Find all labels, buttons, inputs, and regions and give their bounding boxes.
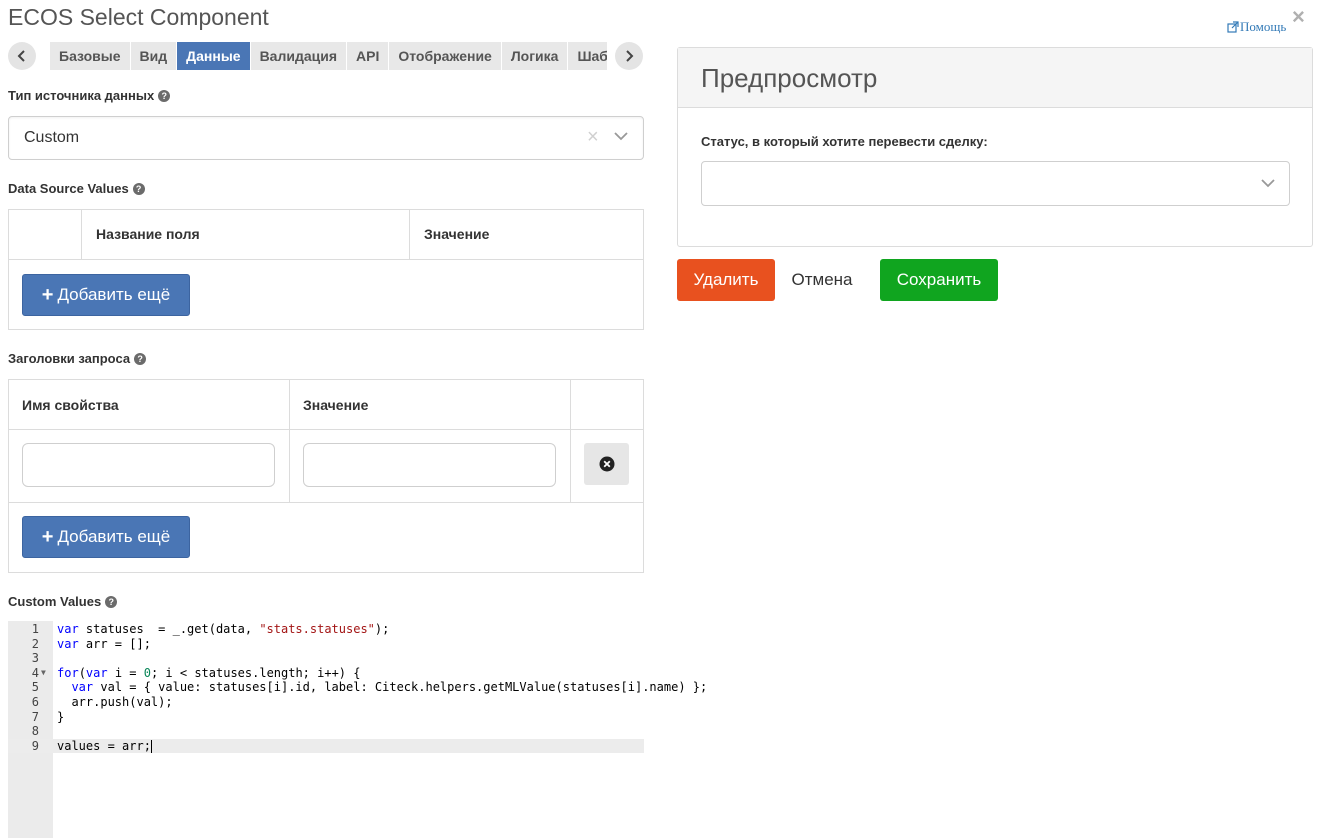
datasource-values-table: Название поля Значение + Добавить ещё — [8, 209, 644, 330]
column-header: Значение — [424, 226, 490, 242]
remove-row-button[interactable] — [584, 443, 629, 485]
tab-1[interactable]: Вид — [130, 42, 177, 70]
code-line: 7} — [8, 710, 644, 725]
preview-status-select[interactable] — [701, 161, 1290, 206]
code-line: 8 — [8, 724, 644, 739]
question-icon[interactable]: ? — [134, 352, 147, 365]
code-text: for(var i = 0; i < statuses.length; i++)… — [57, 665, 361, 680]
header-name-input[interactable] — [22, 443, 275, 487]
tab-2[interactable]: Данные — [177, 42, 250, 70]
chevron-down-icon — [1261, 179, 1275, 188]
code-line: 4 ▼ for(var i = 0; i < statuses.length; i+… — [8, 666, 644, 681]
tab-7[interactable]: Шаблон — [568, 42, 607, 70]
line-number: 9 — [31, 738, 39, 753]
save-button[interactable]: Сохранить — [880, 259, 998, 301]
delete-button[interactable]: Удалить — [677, 259, 775, 301]
plus-icon: + — [41, 283, 54, 306]
remove-circle-icon — [599, 456, 614, 472]
line-number: 1 — [31, 622, 39, 636]
code-text: } — [57, 709, 65, 724]
preview-field-label: Статус, в который хотите перевести сделк… — [701, 134, 988, 149]
fold-toggle-icon[interactable]: ▼ — [41, 666, 46, 681]
code-editor[interactable]: 1 var statuses = _.get(data, "stats.statu… — [8, 621, 707, 838]
column-header: Имя свойства — [22, 397, 119, 413]
tab-5[interactable]: Отображение — [389, 42, 501, 70]
add-header-button[interactable]: + Добавить ещё — [22, 516, 190, 558]
plus-icon: + — [41, 525, 54, 548]
tab-bar: Базовые Вид Данные Валидация API Отображение Л… — [8, 41, 644, 71]
clear-icon[interactable]: × — [587, 127, 599, 147]
chevron-down-icon[interactable] — [613, 131, 629, 141]
code-line: 3 — [8, 651, 644, 666]
dialog-title: ECOS Select Component — [8, 4, 269, 30]
tabs-scroll-right-button[interactable] — [615, 42, 643, 70]
code-text: arr.push(val); — [57, 695, 173, 709]
code-line: 6 arr.push(val); — [8, 695, 644, 710]
code-text: var statuses = _.get(data, "stats.status… — [57, 622, 390, 636]
tab-4[interactable]: API — [347, 42, 389, 70]
chevron-left-icon — [17, 50, 25, 62]
chevron-right-icon — [626, 50, 634, 62]
external-link-icon — [1227, 21, 1239, 33]
datasource-label: Тип источника данных ? — [8, 88, 171, 103]
code-text: values = arr; — [57, 738, 152, 753]
help-label: Помощь — [1240, 19, 1287, 34]
question-icon[interactable]: ? — [158, 89, 171, 102]
preview-title: Предпросмотр — [701, 63, 878, 93]
tab-strip: Базовые Вид Данные Валидация API Отображение Л… — [50, 42, 607, 70]
tabs-scroll-left-button[interactable] — [8, 42, 36, 70]
help-link[interactable]: Помощь — [1227, 19, 1286, 35]
code-line: 1 var statuses = _.get(data, "stats.statu… — [8, 622, 644, 637]
header-value-input[interactable] — [303, 443, 556, 487]
line-number: 6 — [31, 695, 39, 709]
custom-values-label: Custom Values ? — [8, 594, 118, 609]
tab-0[interactable]: Базовые — [50, 42, 130, 70]
cancel-button[interactable]: Отмена — [780, 259, 864, 301]
question-icon[interactable]: ? — [105, 595, 118, 608]
code-line: 5 var val = { value: statuses[i].id, lab… — [8, 680, 707, 695]
tab-6[interactable]: Логика — [501, 42, 568, 70]
request-headers-table: Имя свойства Значение + Добавить ещё — [8, 379, 644, 573]
datasource-values-label: Data Source Values ? — [8, 181, 145, 196]
close-icon[interactable]: × — [1292, 6, 1305, 28]
tab-3[interactable]: Валидация — [250, 42, 347, 70]
datasource-select[interactable]: Custom × — [8, 116, 644, 160]
line-number: 2 — [31, 636, 39, 651]
line-number: 3 — [31, 651, 39, 666]
column-header: Значение — [303, 397, 369, 413]
preview-panel: Предпросмотр Статус, в который хотите пе… — [677, 47, 1313, 247]
preview-header: Предпросмотр — [678, 48, 1312, 108]
line-number: 4 — [31, 665, 39, 680]
line-number: 5 — [31, 680, 39, 695]
question-icon[interactable]: ? — [132, 182, 145, 195]
datasource-select-value: Custom — [24, 129, 80, 146]
code-text: var val = { value: statuses[i].id, label… — [71, 680, 708, 695]
add-value-button[interactable]: + Добавить ещё — [22, 274, 190, 316]
request-headers-label: Заголовки запроса ? — [8, 351, 147, 366]
column-header: Название поля — [96, 226, 200, 242]
code-line: 2 var arr = []; — [8, 637, 644, 652]
code-line: 9 values = arr; — [8, 738, 644, 754]
line-number: 8 — [31, 724, 39, 739]
line-number: 7 — [31, 709, 39, 724]
code-text: var arr = []; — [57, 636, 151, 651]
